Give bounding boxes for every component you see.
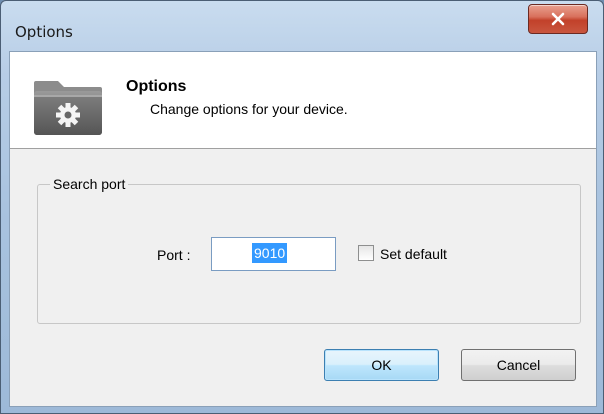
dialog-client-area: Options Change options for your device. …: [9, 51, 597, 407]
port-input[interactable]: [211, 237, 336, 271]
settings-folder-icon: [28, 67, 108, 137]
close-button[interactable]: [528, 4, 588, 34]
header-banner: Options Change options for your device.: [10, 52, 596, 149]
ok-button[interactable]: OK: [324, 349, 439, 381]
close-x-icon: [551, 12, 565, 26]
search-port-group-label: Search port: [50, 176, 129, 192]
port-label: Port :: [157, 247, 191, 263]
title-bar[interactable]: Options: [1, 1, 603, 51]
window-title: Options: [15, 23, 73, 41]
header-subtitle: Change options for your device.: [150, 101, 348, 117]
options-dialog: Options Options Change options for your …: [0, 0, 604, 414]
cancel-button[interactable]: Cancel: [461, 349, 576, 381]
set-default-checkbox[interactable]: [358, 245, 374, 261]
header-title: Options: [126, 78, 187, 95]
set-default-label[interactable]: Set default: [380, 246, 447, 262]
